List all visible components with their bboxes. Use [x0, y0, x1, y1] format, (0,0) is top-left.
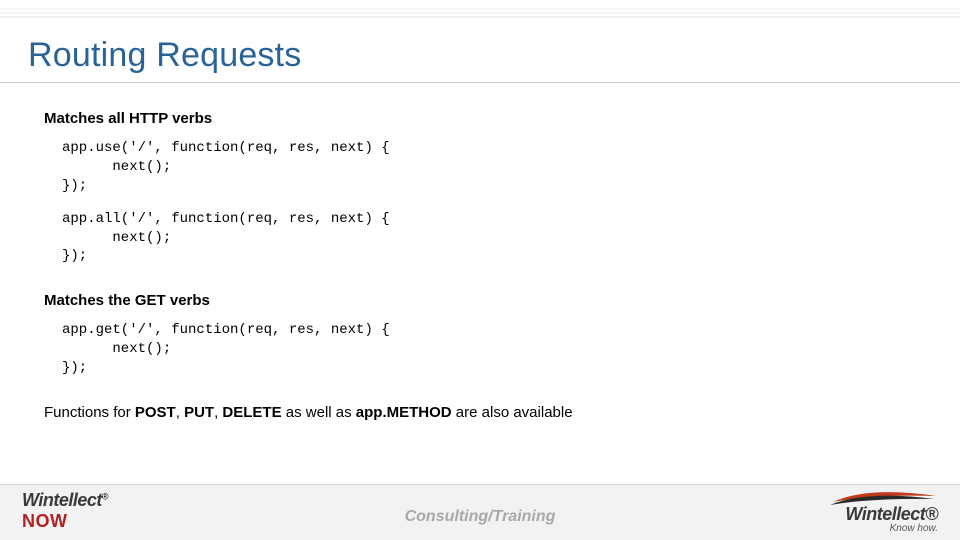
title-underline: [0, 82, 960, 83]
footnote-delete: DELETE: [222, 404, 281, 421]
logo-left-brand: Wintellect: [22, 490, 102, 510]
footnote: Functions for POST, PUT, DELETE as well …: [44, 404, 920, 421]
code-block-get: app.get('/', function(req, res, next) { …: [62, 321, 920, 378]
logo-wintellect: Wintellect® Know how.: [828, 488, 938, 534]
swoosh-icon: [828, 488, 938, 508]
slide: Routing Requests Matches all HTTP verbs …: [0, 0, 960, 540]
section-heading-1: Matches all HTTP verbs: [44, 110, 920, 127]
section-heading-2: Matches the GET verbs: [44, 292, 920, 309]
footnote-text: Functions for: [44, 404, 135, 421]
content-area: Matches all HTTP verbs app.use('/', func…: [44, 108, 920, 433]
code-block-all: app.all('/', function(req, res, next) { …: [62, 210, 920, 267]
footnote-text: ,: [176, 404, 184, 421]
footer: Wintellect® NOW Consulting/Training Wint…: [0, 484, 960, 540]
footnote-text: are also available: [452, 404, 573, 421]
footnote-post: POST: [135, 404, 176, 421]
slide-title: Routing Requests: [28, 36, 301, 75]
footnote-text: as well as: [282, 404, 356, 421]
registered-icon: ®: [102, 492, 109, 502]
footer-tagline: Consulting/Training: [0, 508, 960, 526]
footnote-appmethod: app.METHOD: [356, 404, 452, 421]
footnote-put: PUT: [184, 404, 214, 421]
code-block-use: app.use('/', function(req, res, next) { …: [62, 139, 920, 196]
